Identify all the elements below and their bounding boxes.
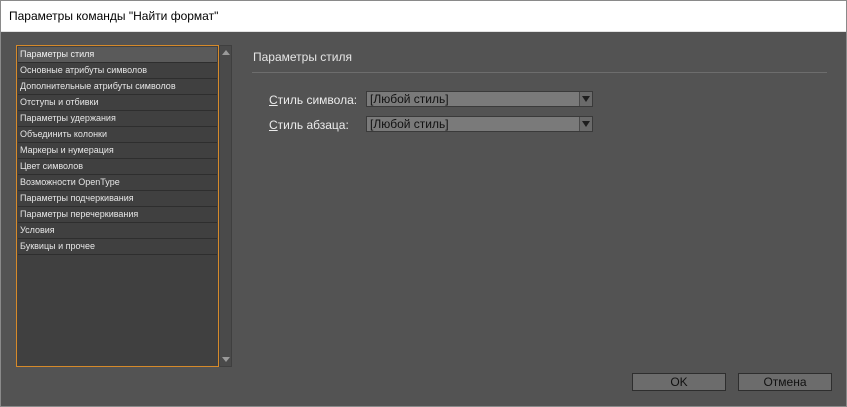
scroll-up-icon[interactable]: [222, 50, 230, 55]
char-style-dropdown-button[interactable]: [579, 92, 592, 106]
char-style-label: Стиль символа:: [269, 93, 357, 107]
para-style-value: [Любой стиль]: [370, 117, 449, 131]
cancel-button[interactable]: Отмена: [738, 373, 832, 391]
category-list-item[interactable]: Дополнительные атрибуты символов: [18, 79, 217, 95]
panel-divider: [252, 72, 827, 73]
category-list[interactable]: Параметры стиля Основные атрибуты символо…: [16, 45, 219, 367]
para-style-select[interactable]: [Любой стиль]: [366, 116, 593, 132]
para-style-label-text: тиль абзаца:: [277, 118, 349, 132]
category-list-item[interactable]: Маркеры и нумерация: [18, 143, 217, 159]
scroll-down-icon[interactable]: [222, 357, 230, 362]
para-style-label-hotkey: С: [269, 118, 278, 132]
category-list-item[interactable]: Параметры перечеркивания: [18, 207, 217, 223]
para-style-dropdown-button[interactable]: [579, 117, 592, 131]
ok-button[interactable]: OK: [632, 373, 726, 391]
category-list-item[interactable]: Параметры удержания: [18, 111, 217, 127]
char-style-label-hotkey: С: [269, 93, 278, 107]
category-list-item[interactable]: Параметры стиля: [18, 47, 217, 63]
chevron-down-icon: [582, 96, 590, 102]
char-style-select[interactable]: [Любой стиль]: [366, 91, 593, 107]
category-list-item[interactable]: Отступы и отбивки: [18, 95, 217, 111]
char-style-value: [Любой стиль]: [370, 92, 449, 106]
dialog-title: Параметры команды "Найти формат": [9, 9, 219, 23]
dialog-body: Параметры стиля Основные атрибуты символо…: [1, 32, 846, 406]
category-list-item[interactable]: Параметры подчеркивания: [18, 191, 217, 207]
category-list-item[interactable]: Объединить колонки: [18, 127, 217, 143]
category-list-item[interactable]: Условия: [18, 223, 217, 239]
category-list-item[interactable]: Основные атрибуты символов: [18, 63, 217, 79]
category-list-scrollbar[interactable]: [219, 45, 232, 367]
char-style-label-text: тиль символа:: [277, 93, 358, 107]
para-style-label: Стиль абзаца:: [269, 118, 349, 132]
category-list-item[interactable]: Цвет символов: [18, 159, 217, 175]
category-list-item[interactable]: Буквицы и прочее: [18, 239, 217, 255]
panel-title: Параметры стиля: [253, 50, 352, 64]
chevron-down-icon: [582, 121, 590, 127]
find-format-dialog: Параметры команды "Найти формат" Парамет…: [0, 0, 847, 407]
title-bar: Параметры команды "Найти формат": [1, 1, 846, 32]
category-list-item[interactable]: Возможности OpenType: [18, 175, 217, 191]
